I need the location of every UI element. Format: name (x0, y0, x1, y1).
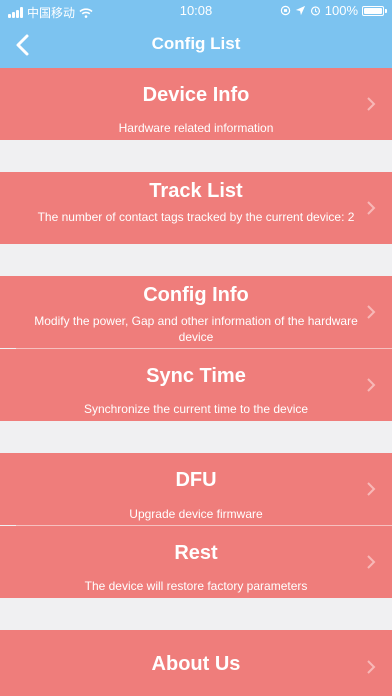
chevron-right-icon (367, 378, 376, 392)
row-title: About Us (151, 653, 241, 675)
status-right: 100% (280, 3, 387, 18)
row-title: Sync Time (146, 365, 246, 387)
row-subtitle: The number of contact tags tracked by th… (37, 210, 355, 224)
row-subtitle: Upgrade device firmware (129, 507, 263, 521)
row-subtitle: Hardware related information (118, 121, 274, 135)
row-subtitle: Modify the power, Gap and other informat… (34, 314, 358, 344)
row-sync-time[interactable]: Sync Time Synchronize the current time t… (0, 349, 392, 421)
row-title: DFU (175, 469, 217, 491)
location-icon (295, 5, 305, 16)
row-title: Device Info (142, 84, 250, 106)
row-about-us[interactable]: About Us (0, 630, 392, 696)
row-title: Rest (174, 542, 218, 564)
row-dfu[interactable]: DFU Upgrade device firmware (0, 453, 392, 525)
status-bar: 中国移动 10:08 100% (0, 0, 392, 22)
chevron-right-icon (367, 482, 376, 496)
chevron-right-icon (367, 201, 376, 215)
chevron-right-icon (367, 305, 376, 319)
row-title: Track List (149, 180, 243, 202)
row-title: Config Info (143, 284, 249, 306)
chevron-right-icon (367, 660, 376, 674)
battery-icon (362, 5, 387, 16)
row-config-info[interactable]: Config Info Modify the power, Gap and ot… (0, 276, 392, 348)
row-device-info[interactable]: Device Info Hardware related information (0, 68, 392, 140)
row-subtitle: The device will restore factory paramete… (84, 579, 308, 593)
alarm-icon (310, 6, 320, 16)
orientation-lock-icon (280, 5, 290, 16)
page-title: Config List (151, 34, 241, 53)
nav-bar: Config List (0, 22, 392, 68)
row-track-list[interactable]: Track List The number of contact tags tr… (0, 172, 392, 244)
chevron-right-icon (367, 555, 376, 569)
battery-percent: 100% (324, 3, 358, 18)
chevron-right-icon (367, 97, 376, 111)
top-bar: 中国移动 10:08 100% Config List (0, 0, 392, 68)
row-rest[interactable]: Rest The device will restore factory par… (0, 526, 392, 598)
row-subtitle: Synchronize the current time to the devi… (83, 402, 309, 416)
